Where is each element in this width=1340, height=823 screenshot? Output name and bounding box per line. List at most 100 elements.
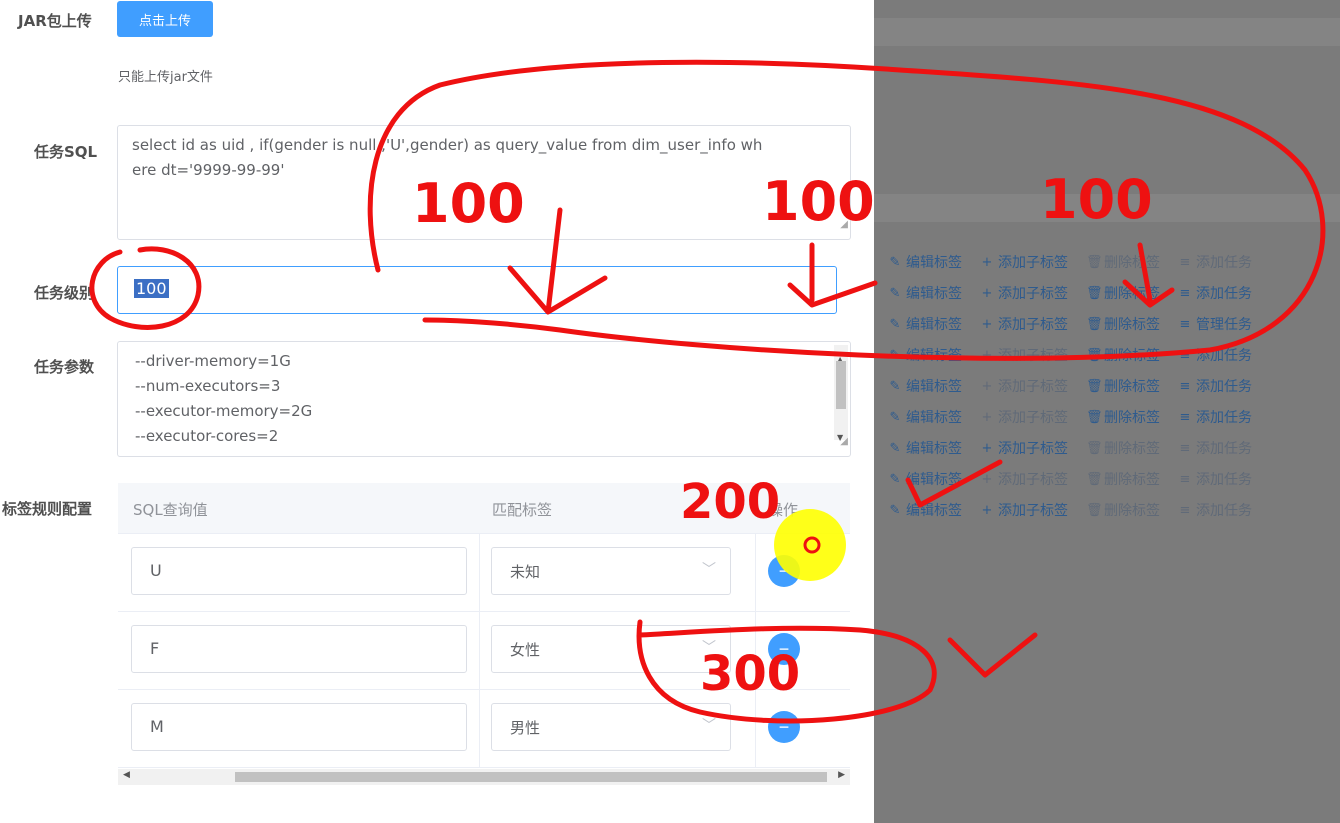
add-subtag-link: + 添加子标签 (981, 471, 1068, 489)
table-header: SQL查询值 匹配标签 操作 (118, 483, 850, 534)
task-params-textarea[interactable]: --driver-memory=1G --num-executors=3 --e… (117, 341, 851, 457)
list-icon: ≡ (1179, 378, 1191, 394)
task-level-value: 100 (134, 279, 169, 298)
resize-handle-icon[interactable]: ◢ (840, 429, 848, 454)
edit-tag-link: ✎ 编辑标签 (889, 440, 962, 458)
plus-icon: + (981, 440, 993, 456)
params-scrollbar[interactable]: ▲ ▼ (834, 345, 848, 442)
mask-band (874, 18, 1340, 46)
param-line: --num-executors=3 (135, 377, 281, 395)
sql-line: select id as uid , if(gender is null ,'U… (132, 136, 763, 154)
rule-config-label: 标签规则配置 (2, 500, 93, 518)
bg-ops-row: ✎ 编辑标签 + 添加子标签 🗑 删除标签 ≡ 添加任务 (888, 252, 1252, 272)
add-task-link: ≡ 添加任务 (1179, 378, 1252, 396)
edit-icon: ✎ (889, 347, 901, 363)
edit-tag-link: ✎ 编辑标签 (889, 471, 962, 489)
column-header: 操作 (768, 501, 799, 519)
plus-icon: + (981, 254, 993, 270)
scroll-thumb[interactable] (235, 772, 827, 782)
delete-tag-link: 🗑 删除标签 (1086, 409, 1160, 427)
add-task-link: ≡ 添加任务 (1179, 254, 1252, 272)
manage-task-link: ≡ 管理任务 (1179, 316, 1252, 334)
list-icon: ≡ (1179, 316, 1191, 332)
tag-select[interactable]: 女性 ﹀ (491, 625, 731, 673)
edit-icon: ✎ (889, 471, 901, 487)
bg-ops-row: ✎ 编辑标签 + 添加子标签 🗑 删除标签 ≡ 添加任务 (888, 407, 1252, 427)
remove-row-button[interactable]: − (768, 555, 800, 587)
delete-tag-link: 🗑 删除标签 (1086, 316, 1160, 334)
tag-select-value: 未知 (510, 563, 541, 581)
task-level-input[interactable]: 100 (117, 266, 837, 314)
edit-icon: ✎ (889, 502, 901, 518)
delete-tag-link: 🗑 删除标签 (1086, 440, 1160, 458)
delete-tag-link: 🗑 删除标签 (1086, 285, 1160, 303)
edit-icon: ✎ (889, 285, 901, 301)
edit-tag-link: ✎ 编辑标签 (889, 378, 962, 396)
edit-icon: ✎ (889, 409, 901, 425)
list-icon: ≡ (1179, 502, 1191, 518)
edit-icon: ✎ (889, 378, 901, 394)
add-task-link: ≡ 添加任务 (1179, 409, 1252, 427)
mask-band (874, 194, 1340, 222)
table-row: M 男性 ﹀ − (118, 689, 850, 768)
query-value-input[interactable]: M (131, 703, 467, 751)
chevron-down-icon: ﹀ (702, 562, 716, 578)
list-icon: ≡ (1179, 440, 1191, 456)
task-level-label: 任务级别 (34, 284, 95, 302)
table-row: F 女性 ﹀ − (118, 611, 850, 690)
bg-ops-row: ✎ 编辑标签 + 添加子标签 🗑 删除标签 ≡ 管理任务 (888, 314, 1252, 334)
upload-button[interactable]: 点击上传 (117, 1, 213, 37)
resize-handle-icon[interactable]: ◢ (840, 212, 848, 237)
tag-select[interactable]: 未知 ﹀ (491, 547, 731, 595)
edit-tag-link: ✎ 编辑标签 (889, 502, 962, 520)
edit-tag-link: ✎ 编辑标签 (889, 347, 962, 365)
add-task-link: ≡ 添加任务 (1179, 285, 1252, 303)
add-task-link: ≡ 添加任务 (1179, 347, 1252, 365)
trash-icon: 🗑 (1086, 254, 1103, 270)
remove-row-button[interactable]: − (768, 711, 800, 743)
plus-icon: + (981, 471, 993, 487)
edit-tag-link: ✎ 编辑标签 (889, 316, 962, 334)
param-line: --executor-memory=2G (135, 402, 313, 420)
task-params-label: 任务参数 (34, 358, 95, 376)
jar-upload-label: JAR包上传 (18, 12, 92, 30)
bg-ops-row: ✎ 编辑标签 + 添加子标签 🗑 删除标签 ≡ 添加任务 (888, 283, 1252, 303)
tag-select[interactable]: 男性 ﹀ (491, 703, 731, 751)
scroll-thumb[interactable] (836, 361, 846, 409)
add-task-link: ≡ 添加任务 (1179, 440, 1252, 458)
param-line: --driver-memory=1G (135, 352, 291, 370)
plus-icon: + (981, 285, 993, 301)
bg-ops-row: ✎ 编辑标签 + 添加子标签 🗑 删除标签 ≡ 添加任务 (888, 376, 1252, 396)
tag-select-value: 女性 (510, 641, 541, 659)
upload-tip: 只能上传jar文件 (118, 70, 213, 85)
add-subtag-link: + 添加子标签 (981, 440, 1068, 458)
trash-icon: 🗑 (1086, 347, 1103, 363)
edit-icon: ✎ (889, 316, 901, 332)
add-task-link: ≡ 添加任务 (1179, 502, 1252, 520)
add-subtag-link: + 添加子标签 (981, 409, 1068, 427)
list-icon: ≡ (1179, 285, 1191, 301)
delete-tag-link: 🗑 删除标签 (1086, 502, 1160, 520)
sql-line: ere dt='9999-99-99' (132, 161, 285, 179)
plus-icon: + (981, 378, 993, 394)
trash-icon: 🗑 (1086, 316, 1103, 332)
plus-icon: + (981, 347, 993, 363)
remove-row-button[interactable]: − (768, 633, 800, 665)
trash-icon: 🗑 (1086, 409, 1103, 425)
scroll-left-icon[interactable]: ◀ (123, 770, 130, 780)
query-value-input[interactable]: F (131, 625, 467, 673)
scroll-right-icon[interactable]: ▶ (838, 770, 845, 780)
add-subtag-link: + 添加子标签 (981, 502, 1068, 520)
list-icon: ≡ (1179, 409, 1191, 425)
param-line: --executor-cores=2 (135, 427, 279, 445)
column-header: SQL查询值 (133, 501, 208, 519)
column-header: 匹配标签 (492, 501, 553, 519)
tag-select-value: 男性 (510, 719, 541, 737)
query-value-input[interactable]: U (131, 547, 467, 595)
delete-tag-link: 🗑 删除标签 (1086, 471, 1160, 489)
chevron-down-icon: ﹀ (702, 718, 716, 734)
task-sql-textarea[interactable]: select id as uid , if(gender is null ,'U… (117, 125, 851, 240)
table-horizontal-scrollbar[interactable]: ◀ ▶ (118, 769, 850, 785)
list-icon: ≡ (1179, 347, 1191, 363)
add-subtag-link: + 添加子标签 (981, 347, 1068, 365)
